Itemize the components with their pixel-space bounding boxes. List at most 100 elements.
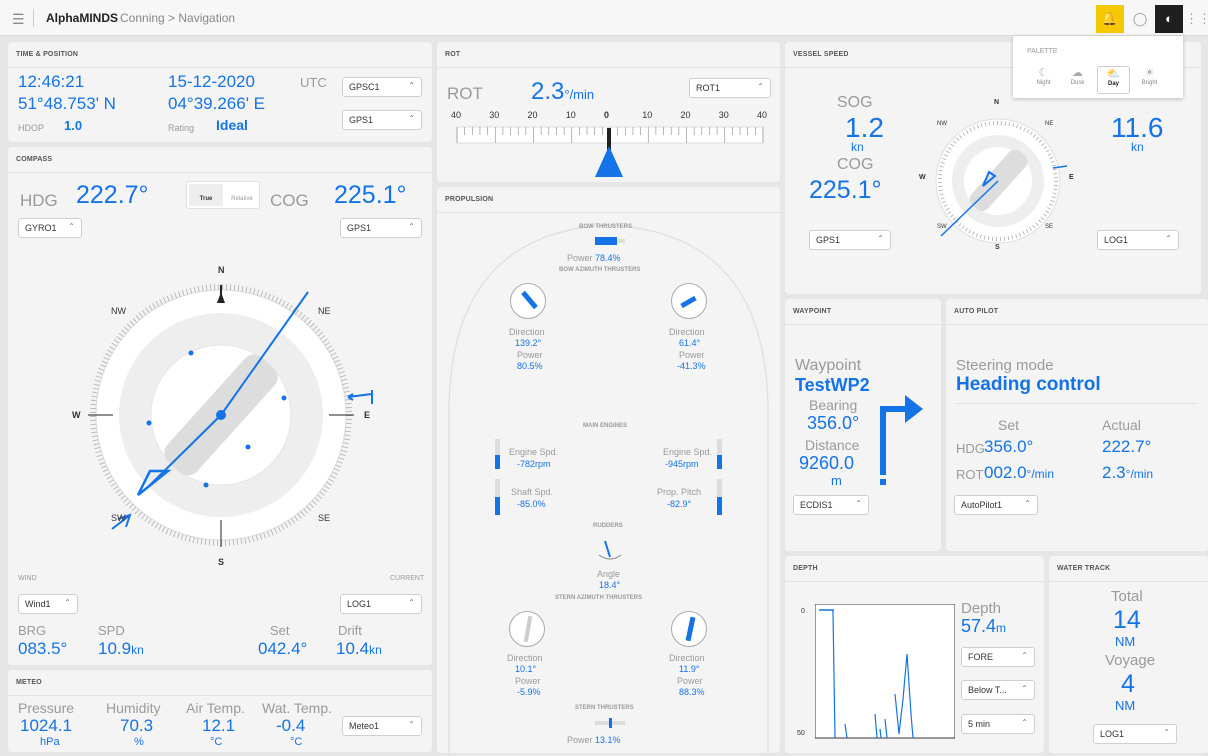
speed-compass-s: S: [995, 244, 1000, 251]
stern-az-left-dir: 10.1°: [515, 664, 537, 674]
bow-az-right-pow-label: Power: [679, 350, 705, 360]
pressure-unit: hPa: [40, 736, 60, 748]
bell-icon[interactable]: 🔔: [1096, 5, 1124, 33]
actual-label: Actual: [1102, 417, 1141, 433]
moon-icon: ☾: [1038, 67, 1049, 79]
autopilot-source-select[interactable]: AutoPilot1 ⌃: [954, 495, 1038, 515]
air-temp-label: Air Temp.: [186, 700, 245, 716]
engine-right-speed: -945rpm: [665, 459, 699, 469]
depth-value: 57.4m: [961, 616, 1007, 636]
engine-left-speed: -782rpm: [517, 459, 551, 469]
depth-label: Depth: [961, 600, 1002, 617]
water-temp-label: Wat. Temp.: [262, 700, 333, 716]
depth-reference-select[interactable]: Below T... ⌃: [961, 680, 1035, 700]
set-label: Set: [998, 417, 1020, 433]
hdop-value: 1.0: [64, 118, 83, 133]
hdg-label: HDG: [20, 191, 58, 210]
latitude-value: 51°48.753' N: [18, 94, 116, 113]
rot-value: 2.3°/min: [531, 78, 595, 105]
angle-label: Angle: [597, 569, 621, 579]
palette-dusk[interactable]: ☁ Dusk: [1061, 66, 1094, 94]
pressure-value: 1024.1: [20, 716, 72, 735]
total-label: Total: [1111, 588, 1143, 605]
heading-source-select[interactable]: GYRO1 ⌃: [18, 218, 82, 238]
engine-left-label: Engine Spd.: [509, 447, 559, 457]
total-unit: NM: [1115, 634, 1136, 649]
bow-az-right-dir-label: Direction: [669, 327, 705, 337]
bearing-value: 356.0°: [807, 413, 860, 433]
angle-value: 18.4°: [599, 580, 621, 590]
air-temp-value: 12.1: [202, 716, 236, 735]
true-option[interactable]: True: [189, 184, 223, 206]
stern-azimuth-left-dial: [509, 611, 545, 647]
panel-title: METEO: [16, 679, 42, 686]
rot-tick-label: 30: [489, 110, 500, 120]
compass-e: E: [364, 410, 371, 420]
depth-axis-top: 0: [801, 608, 805, 615]
rot-tick-label: 40: [451, 110, 462, 120]
rot-tick-label: 30: [718, 110, 729, 120]
cog-label: COG: [270, 191, 309, 210]
propulsion-panel: PROPULSION BOW THRUSTERS Power 78.4% BOW…: [437, 187, 780, 753]
humidity-unit: %: [134, 736, 144, 748]
compass-ne: NE: [318, 306, 331, 316]
palette-icon[interactable]: ◐: [1155, 5, 1183, 33]
cog-source-select[interactable]: GPS1 ⌃: [340, 218, 422, 238]
bow-az-right-dir: 61.4°: [679, 338, 701, 348]
rot-tick-label: 10: [565, 110, 576, 120]
current-source-select[interactable]: LOG1 ⌃: [340, 594, 422, 614]
rot-actual: 2.3°/min: [1102, 463, 1154, 482]
rudder-indicator: [598, 540, 622, 560]
compass-n: N: [218, 265, 225, 275]
rot-tick-label: 40: [757, 110, 768, 120]
timezone-label: UTC: [300, 75, 327, 90]
rot-label: ROT: [447, 84, 483, 103]
compass-se: SE: [318, 513, 331, 523]
time-source-select[interactable]: GPSC1 ⌃: [342, 77, 422, 97]
true-relative-toggle[interactable]: True Relative: [186, 181, 260, 209]
waypoint-name: TestWP2: [795, 375, 870, 395]
panel-title: VESSEL SPEED: [793, 51, 849, 58]
hdg-value: 222.7°: [76, 181, 149, 209]
speed-compass-e: E: [1069, 174, 1074, 181]
rot-panel: ROT ROT 2.3°/min ROT1 ⌃ 40 30 20 10 0 10 20 30 40: [437, 42, 780, 182]
drift-value: 10.4kn: [336, 639, 382, 658]
stern-az-right-dir-label: Direction: [669, 653, 705, 663]
rot-source-select[interactable]: ROT1 ⌃: [689, 78, 771, 98]
stw-source-select[interactable]: LOG1 ⌃: [1097, 230, 1179, 250]
bow-az-right-pow: -41.3%: [677, 361, 706, 371]
sog-unit: kn: [851, 140, 864, 154]
meteo-source-select[interactable]: Meteo1 ⌃: [342, 716, 422, 736]
compass-s: S: [218, 557, 225, 567]
set-value: 042.4°: [258, 639, 308, 658]
water-track-source-select[interactable]: LOG1 ⌃: [1093, 724, 1177, 744]
spd-value: 10.9kn: [98, 639, 144, 658]
user-icon[interactable]: ◯: [1126, 5, 1154, 33]
wind-source-select[interactable]: Wind1 ⌃: [18, 594, 78, 614]
relative-option[interactable]: Relative: [225, 184, 259, 206]
position-source-select[interactable]: GPS1 ⌃: [342, 110, 422, 130]
water-temp-unit: °C: [290, 736, 303, 748]
hamburger-icon[interactable]: ☰: [12, 11, 25, 28]
voyage-value: 4: [1121, 670, 1135, 698]
stern-az-left-dir-label: Direction: [507, 653, 543, 663]
autopilot-panel: AUTO PILOT Steering mode Heading control…: [946, 299, 1208, 551]
sog-source-select[interactable]: GPS1 ⌃: [809, 230, 891, 250]
palette-night[interactable]: ☾ Night: [1027, 66, 1060, 94]
bow-azimuth-right-dial: [671, 283, 707, 319]
speed-compass: [935, 118, 1068, 244]
palette-bright[interactable]: ☀ Bright: [1133, 66, 1166, 94]
breadcrumb[interactable]: Conning > Navigation: [120, 11, 235, 25]
stern-thrusters-label: STERN THRUSTERS: [575, 705, 634, 711]
spd-label: SPD: [98, 623, 125, 638]
apps-grid-icon[interactable]: ⋮⋮: [1184, 5, 1208, 33]
humidity-value: 70.3: [120, 716, 154, 735]
panel-title: AUTO PILOT: [954, 308, 999, 315]
distance-unit: m: [831, 473, 842, 488]
depth-source-select[interactable]: FORE ⌃: [961, 647, 1035, 667]
wind-label: WIND: [18, 575, 37, 582]
depth-chart: [815, 604, 955, 739]
depth-timespan-select[interactable]: 5 min ⌃: [961, 714, 1035, 734]
waypoint-source-select[interactable]: ECDIS1 ⌃: [793, 495, 869, 515]
palette-day[interactable]: ⛅ Day: [1097, 66, 1130, 94]
